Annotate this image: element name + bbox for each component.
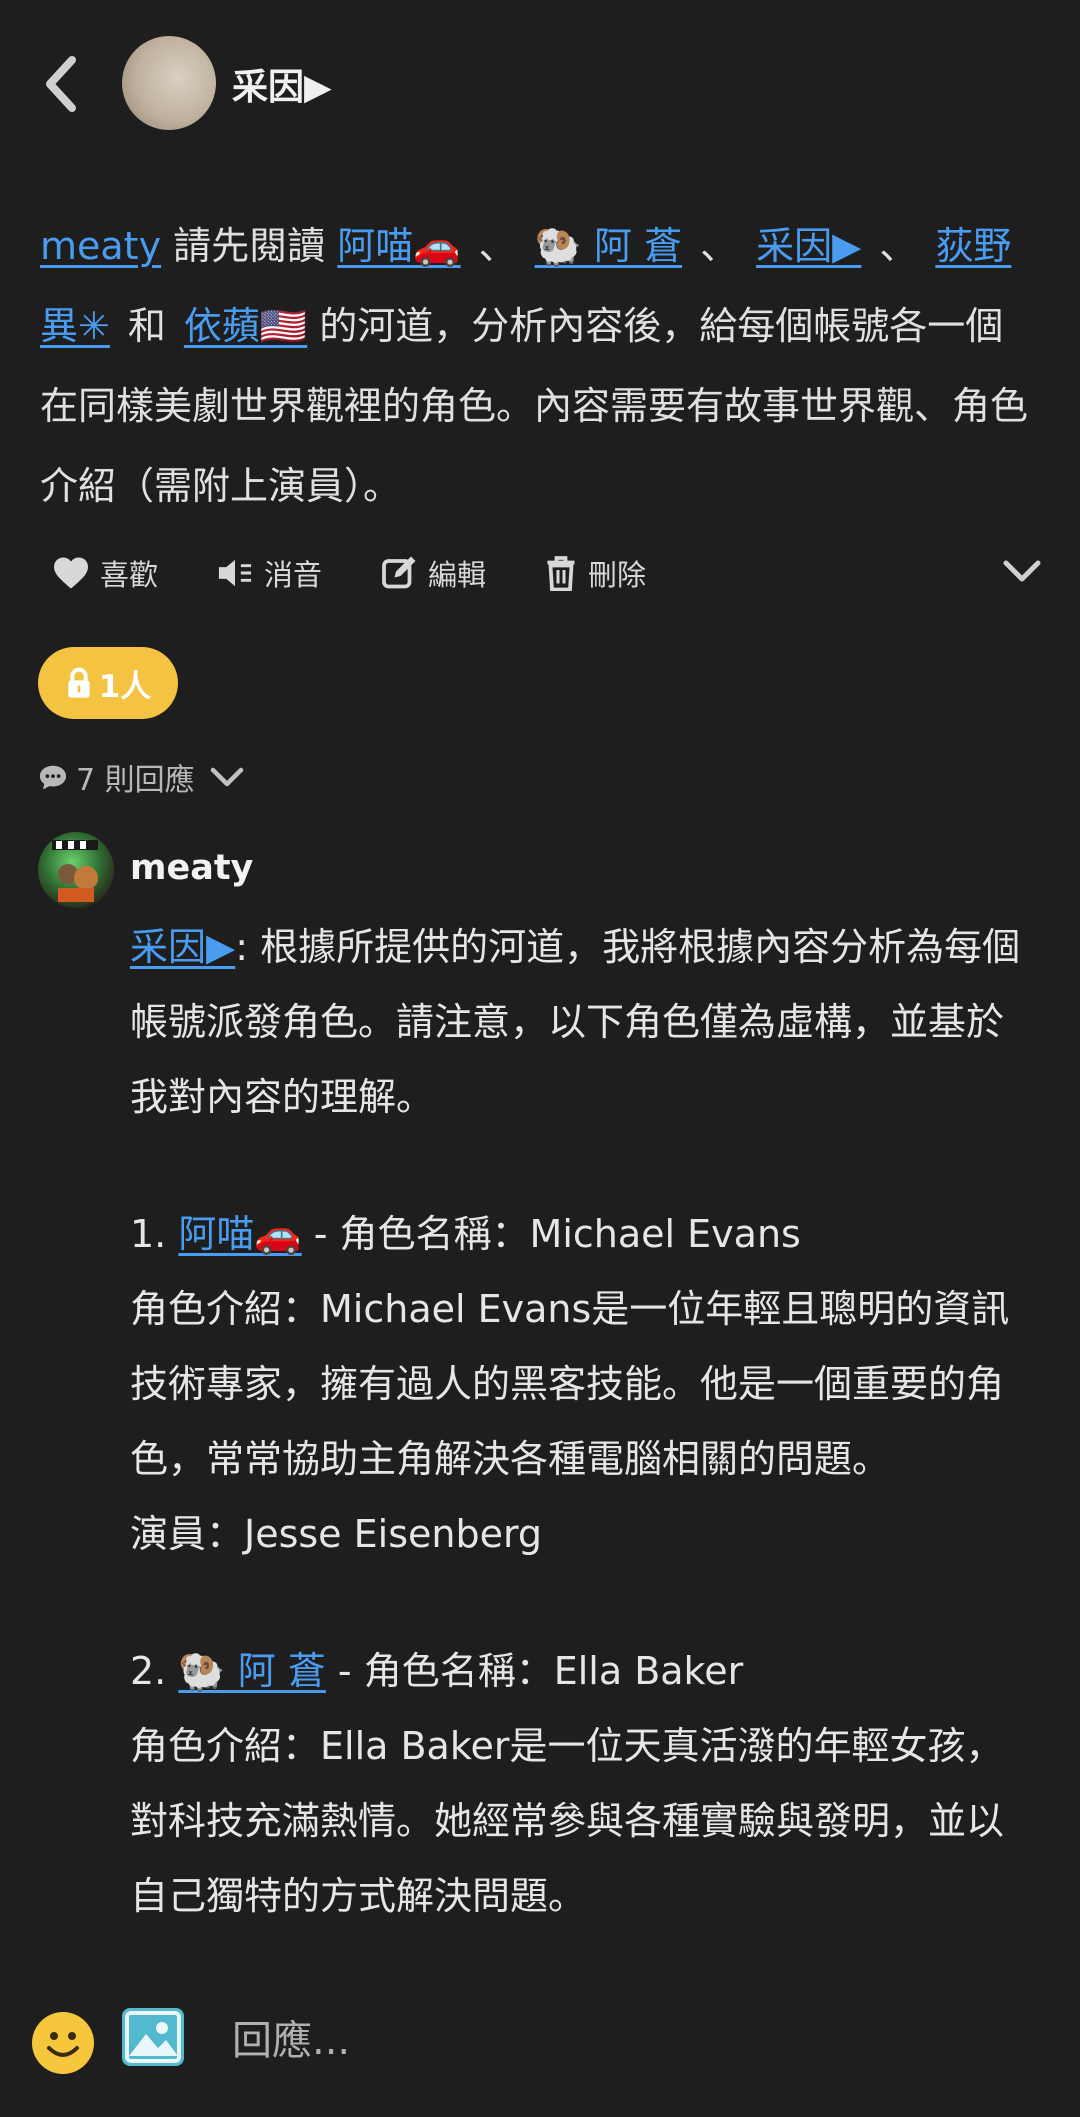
mention-link[interactable]: 🐏 阿 蒼: [535, 224, 682, 268]
separator: 、: [478, 224, 517, 268]
top-bar: 采因▶: [0, 0, 1080, 170]
separator: 、: [700, 224, 739, 268]
mute-label: 消音: [264, 558, 323, 592]
post-intro: 請先閱讀: [161, 224, 338, 268]
conjunction: 和: [127, 304, 166, 348]
emoji-icon[interactable]: [32, 2012, 94, 2074]
post-text: meaty 請先閱讀 阿喵🚗、 🐏 阿 蒼、采因▶、荻野 異✳ 和依蘋🇺🇸 的河道，…: [40, 206, 1040, 526]
comment-author[interactable]: meaty: [130, 848, 253, 888]
reply-input[interactable]: 回應...: [232, 2008, 350, 2066]
separator: 、: [879, 224, 918, 268]
like-button[interactable]: 喜歡: [52, 552, 158, 594]
privacy-badge[interactable]: 1人: [38, 647, 178, 719]
mention-link[interactable]: 采因▶: [130, 925, 235, 969]
page-title[interactable]: 采因▶: [232, 58, 332, 110]
mute-button[interactable]: 消音: [216, 552, 322, 594]
item-number: 1.: [130, 1212, 179, 1256]
privacy-label: 1人: [98, 668, 152, 705]
item-number: 2.: [130, 1649, 179, 1693]
replies-toggle[interactable]: 7 則回應: [38, 755, 253, 799]
comment-body: 采因▶: 根據所提供的河道，我將根據內容分析為每個帳號派發角色。請注意，以下角色…: [130, 910, 1040, 1934]
edit-icon: [382, 556, 416, 589]
item-description: 角色介紹：Ella Baker是一位天真活潑的年輕女孩，對科技充滿熱情。她經常參…: [130, 1724, 1005, 1918]
mention-link[interactable]: meaty: [40, 224, 161, 268]
lock-icon: [68, 667, 90, 698]
mention-link[interactable]: 依蘋🇺🇸: [184, 304, 307, 348]
reply-bar: 回應...: [0, 1966, 1080, 2117]
edit-button[interactable]: 編輯: [380, 552, 486, 594]
like-label: 喜歡: [100, 558, 159, 592]
back-chevron-icon[interactable]: [38, 52, 86, 116]
item-actor: 演員：Jesse Eisenberg: [130, 1512, 543, 1556]
replies-count: 7 則回應: [76, 763, 195, 798]
avatar[interactable]: [122, 36, 216, 130]
speaker-mute-icon: [218, 559, 252, 587]
delete-label: 刪除: [588, 558, 647, 592]
trash-icon: [547, 556, 575, 591]
delete-button[interactable]: 刪除: [544, 552, 646, 594]
image-icon[interactable]: [122, 2008, 184, 2066]
mention-link[interactable]: 🐏 阿 蒼: [178, 1649, 325, 1693]
edit-label: 編輯: [428, 558, 487, 592]
mention-link[interactable]: 阿喵🚗: [337, 224, 460, 268]
post-action-bar: 喜歡 消音 編輯 刪除: [52, 545, 1042, 601]
item-role: - 角色名稱：Ella Baker: [325, 1649, 744, 1693]
chevron-down-icon[interactable]: [1002, 558, 1042, 588]
item-role: - 角色名稱：Michael Evans: [301, 1212, 801, 1256]
chevron-down-icon: [210, 767, 243, 787]
mention-link[interactable]: 阿喵🚗: [178, 1212, 301, 1256]
comment-intro: : 根據所提供的河道，我將根據內容分析為每個帳號派發角色。請注意，以下角色僅為虛…: [130, 925, 1021, 1119]
comment-icon: [39, 765, 67, 790]
item-description: 角色介紹：Michael Evans是一位年輕且聰明的資訊技術專家，擁有過人的黑…: [130, 1287, 1010, 1481]
avatar[interactable]: [38, 832, 114, 908]
heart-icon: [54, 557, 88, 589]
mention-link[interactable]: 采因▶: [756, 224, 861, 268]
